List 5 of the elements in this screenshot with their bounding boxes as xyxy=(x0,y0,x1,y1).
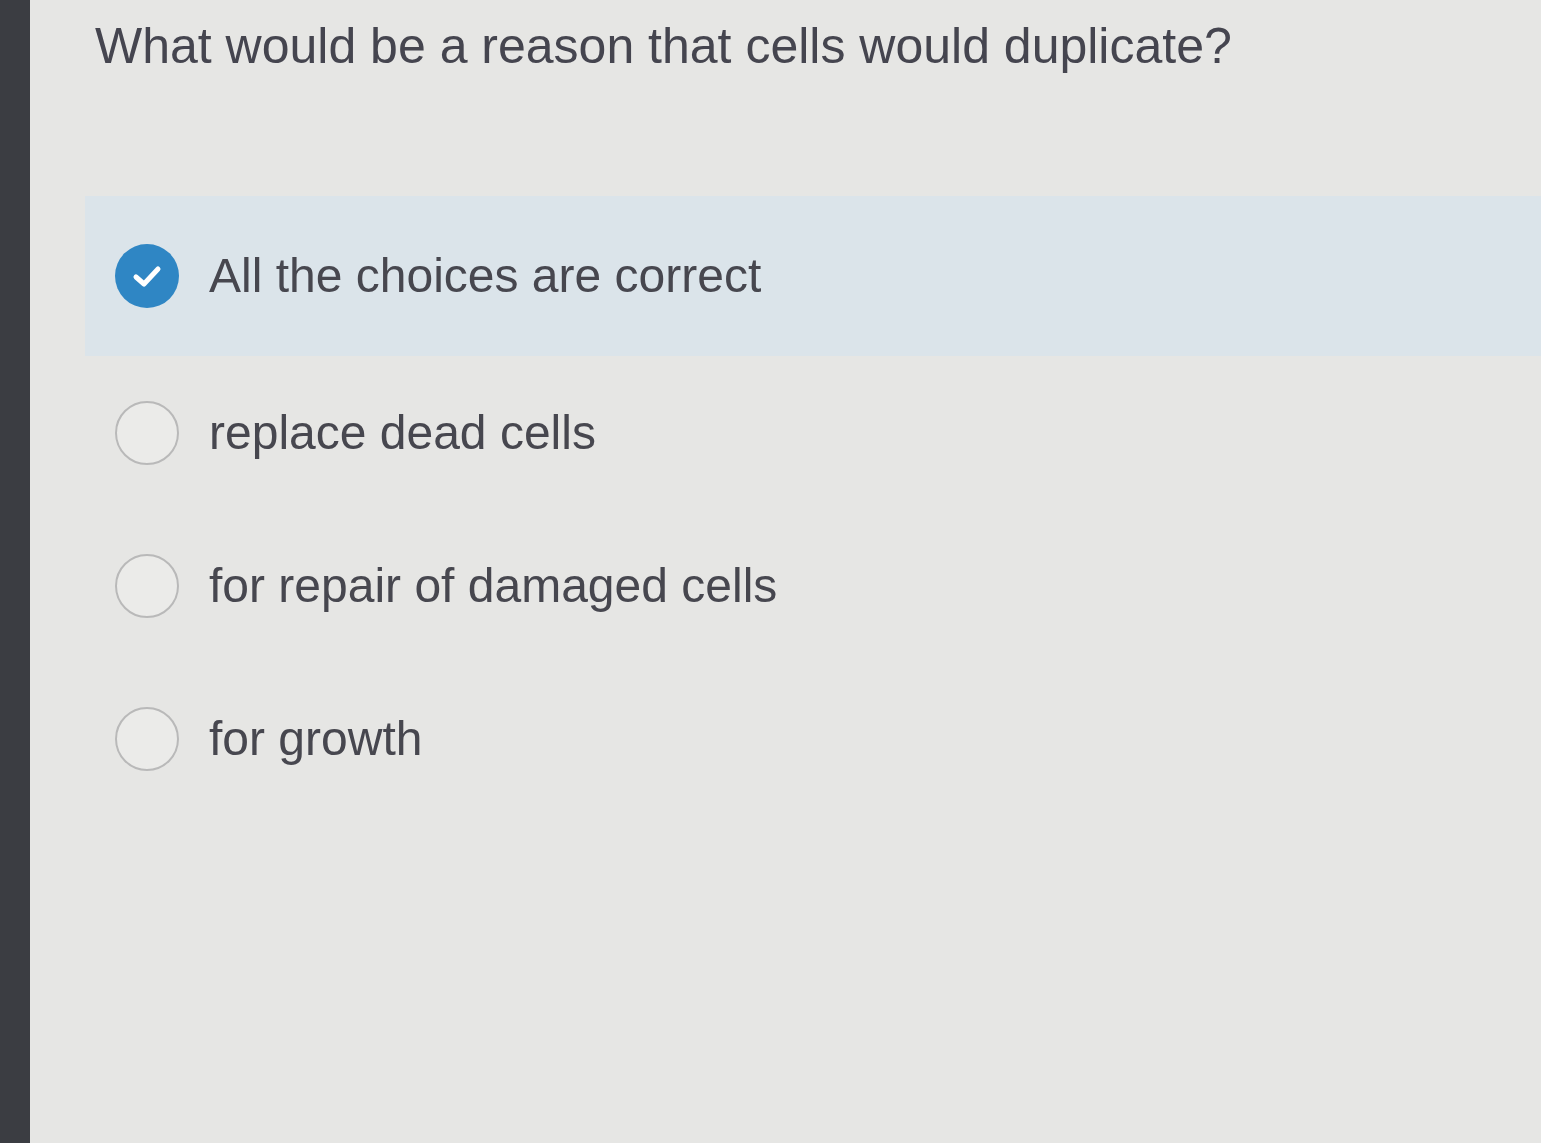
answer-choice[interactable]: for growth xyxy=(85,662,1541,815)
answer-choice[interactable]: All the choices are correct xyxy=(85,196,1541,356)
answer-choice[interactable]: for repair of damaged cells xyxy=(85,509,1541,662)
answer-choice[interactable]: replace dead cells xyxy=(85,356,1541,509)
question-text: What would be a reason that cells would duplicate? xyxy=(95,17,1232,76)
